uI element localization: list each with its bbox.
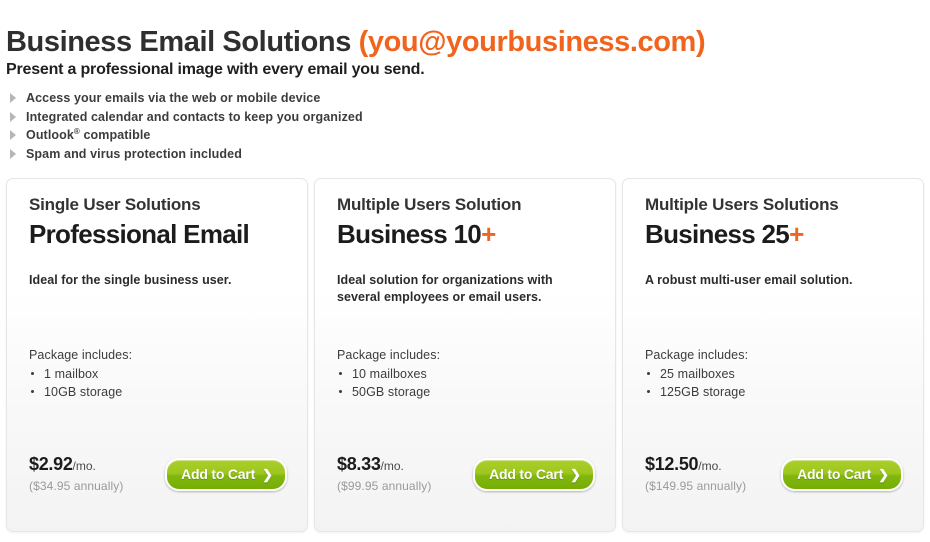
- chevron-right-icon: ❯: [262, 466, 273, 482]
- card-plan-label: Business 10: [337, 219, 482, 249]
- page-root: Business Email Solutions (you@yourbusine…: [0, 0, 930, 542]
- pricing-card-business-10[interactable]: Multiple Users Solution Business 10+ Ide…: [314, 178, 616, 532]
- package-item-list: 25 mailboxes 125GB storage: [645, 365, 748, 401]
- bullet-icon: [31, 390, 34, 393]
- card-eyebrow: Multiple Users Solution: [337, 195, 522, 214]
- chevron-right-icon: ❯: [878, 466, 889, 482]
- price-annual: ($34.95 annually): [29, 479, 124, 493]
- package-item-label: 1 mailbox: [44, 367, 99, 381]
- chevron-right-icon: [10, 111, 16, 122]
- chevron-right-icon: [10, 93, 16, 103]
- feature-list: Access your emails via the web or mobile…: [6, 90, 363, 164]
- add-to-cart-button[interactable]: Add to Cart ❯: [165, 458, 287, 491]
- card-description: Ideal solution for organizations with se…: [337, 273, 553, 304]
- bullet-icon: [31, 372, 34, 375]
- price-block: $12.50/mo. ($149.95 annually): [645, 454, 746, 495]
- package-title: Package includes:: [645, 348, 749, 362]
- package-item-list: 1 mailbox 10GB storage: [29, 365, 132, 401]
- bullet-icon: [647, 372, 650, 375]
- price-period: /mo.: [72, 459, 96, 473]
- price-monthly: $12.50/mo.: [645, 454, 746, 477]
- feature-label: Access your emails via the web or mobile…: [26, 91, 321, 105]
- package-title: Package includes:: [29, 348, 133, 362]
- card-plan-plus: +: [481, 219, 496, 249]
- package-item-label: 10 mailboxes: [352, 367, 427, 381]
- card-eyebrow: Multiple Users Solutions: [645, 195, 839, 214]
- page-title-email: (you@yourbusiness.com): [358, 26, 706, 59]
- price-monthly: $2.92/mo.: [29, 454, 123, 477]
- pricing-card-business-25[interactable]: Multiple Users Solutions Business 25+ A …: [622, 178, 924, 532]
- page-subtitle: Present a professional image with every …: [6, 61, 425, 78]
- price-annual: ($149.95 annually): [645, 479, 747, 493]
- bullet-icon: [339, 372, 342, 375]
- package-block: Package includes: 1 mailbox 10GB storage: [29, 347, 132, 401]
- package-item-list: 10 mailboxes 50GB storage: [337, 365, 440, 401]
- pricing-card-row: Single User Solutions Professional Email…: [6, 178, 924, 532]
- price-amount: $8.33: [337, 454, 381, 474]
- feature-label: Integrated calendar and contacts to keep…: [26, 109, 363, 124]
- package-block: Package includes: 10 mailboxes 50GB stor…: [337, 347, 440, 401]
- add-to-cart-label: Add to Cart: [797, 466, 872, 482]
- chevron-right-icon: [10, 148, 16, 159]
- card-description: A robust multi-user email solution.: [645, 273, 853, 287]
- package-item: 50GB storage: [337, 383, 440, 401]
- price-block: $2.92/mo. ($34.95 annually): [29, 454, 123, 495]
- chevron-right-icon: ❯: [570, 466, 581, 482]
- package-item: 1 mailbox: [29, 365, 132, 383]
- feature-list-item: Integrated calendar and contacts to keep…: [6, 109, 363, 126]
- add-to-cart-button[interactable]: Add to Cart ❯: [781, 458, 903, 491]
- card-plan-name: Professional Email: [29, 218, 287, 250]
- package-item-label: 10GB storage: [44, 385, 123, 399]
- package-item: 125GB storage: [645, 383, 748, 401]
- bullet-icon: [339, 390, 342, 393]
- card-plan-plus: +: [789, 219, 804, 249]
- feature-list-item-outlook: Outlook® compatible: [6, 127, 363, 144]
- registered-mark: ®: [73, 126, 80, 136]
- chevron-right-icon: [10, 130, 16, 140]
- feature-list-item: Spam and virus protection included: [6, 146, 363, 163]
- price-monthly: $8.33/mo.: [337, 454, 431, 477]
- pricing-card-single-user[interactable]: Single User Solutions Professional Email…: [6, 178, 308, 532]
- package-item: 10GB storage: [29, 383, 132, 401]
- package-item-label: 50GB storage: [352, 385, 431, 399]
- feature-list-item: Access your emails via the web or mobile…: [6, 90, 363, 107]
- page-title-main: Business Email Solutions: [6, 26, 351, 59]
- add-to-cart-label: Add to Cart: [489, 466, 564, 482]
- price-annual: ($99.95 annually): [337, 479, 432, 493]
- card-plan-name: Business 25+: [645, 218, 903, 250]
- feature-label-outlook-prefix: Outlook: [26, 128, 74, 142]
- price-period: /mo.: [380, 459, 404, 473]
- package-item-label: 125GB storage: [660, 385, 746, 399]
- card-eyebrow: Single User Solutions: [29, 195, 201, 214]
- feature-label: Spam and virus protection included: [26, 146, 242, 161]
- package-block: Package includes: 25 mailboxes 125GB sto…: [645, 347, 748, 401]
- price-block: $8.33/mo. ($99.95 annually): [337, 454, 431, 495]
- card-plan-label: Business 25: [645, 219, 790, 249]
- price-amount: $2.92: [29, 454, 73, 474]
- card-plan-name: Business 10+: [337, 218, 595, 250]
- package-item: 10 mailboxes: [337, 365, 440, 383]
- add-to-cart-label: Add to Cart: [181, 466, 256, 482]
- package-title: Package includes:: [337, 348, 441, 362]
- add-to-cart-button[interactable]: Add to Cart ❯: [473, 458, 595, 491]
- page-title: Business Email Solutions (you@yourbusine…: [6, 23, 706, 61]
- bullet-icon: [647, 390, 650, 393]
- card-plan-label: Professional Email: [29, 219, 250, 249]
- feature-label-outlook-suffix: compatible: [83, 128, 151, 142]
- package-item-label: 25 mailboxes: [660, 367, 735, 381]
- price-period: /mo.: [698, 459, 722, 473]
- price-amount: $12.50: [645, 454, 699, 474]
- card-description: Ideal for the single business user.: [29, 273, 232, 287]
- package-item: 25 mailboxes: [645, 365, 748, 383]
